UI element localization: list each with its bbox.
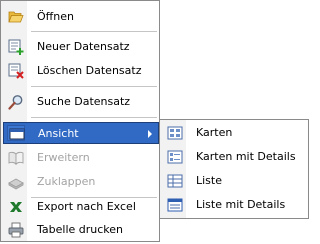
submenu-item-list[interactable]: Liste (162, 170, 308, 192)
menu-item-view[interactable]: Ansicht (3, 122, 159, 144)
menu-item-new-record[interactable]: Neuer Datensatz (3, 36, 159, 58)
submenu-item-cards[interactable]: Karten (162, 122, 308, 144)
menu-item-label: Export nach Excel (37, 200, 136, 213)
cards-details-view-icon (167, 150, 183, 164)
menu-item-label: Suche Datensatz (37, 95, 131, 108)
menu-item-label: Löschen Datensatz (37, 64, 142, 77)
submenu-item-label: Karten (196, 126, 233, 139)
submenu-item-label: Liste mit Details (196, 198, 286, 211)
delete-record-icon (8, 63, 24, 79)
folder-open-icon (8, 11, 24, 23)
menu-item-label: Zuklappen (37, 175, 96, 188)
menu-item-label: Tabelle drucken (37, 223, 124, 236)
menu-item-export-excel[interactable]: Export nach Excel (3, 196, 159, 218)
list-view-icon (167, 174, 183, 188)
collapse-icon (8, 178, 24, 190)
search-icon (8, 95, 23, 110)
menu-item-label: Ansicht (38, 127, 79, 140)
menu-item-expand[interactable]: Erweitern (3, 147, 159, 169)
menu-item-label: Erweitern (37, 151, 90, 164)
menu-item-label: Öffnen (37, 10, 74, 23)
submenu-arrow-icon (148, 130, 152, 138)
expand-book-icon (8, 151, 24, 166)
submenu-item-cards-details[interactable]: Karten mit Details (162, 146, 308, 168)
submenu-item-label: Karten mit Details (196, 150, 296, 163)
view-submenu: Karten Karten mit Details Liste Liste mi… (159, 119, 309, 219)
menu-separator (31, 86, 157, 87)
submenu-item-label: Liste (196, 174, 222, 187)
new-record-icon (8, 39, 24, 55)
screen: Öffnen Neuer Datensatz Löschen Datensatz… (0, 0, 312, 244)
list-details-view-icon (167, 198, 183, 212)
menu-separator (31, 117, 157, 118)
menu-item-label: Neuer Datensatz (37, 40, 130, 53)
menu-item-collapse[interactable]: Zuklappen (3, 171, 159, 193)
submenu-item-list-details[interactable]: Liste mit Details (162, 194, 308, 216)
excel-export-icon (10, 202, 22, 212)
context-menu: Öffnen Neuer Datensatz Löschen Datensatz… (0, 0, 160, 242)
cards-view-icon (167, 126, 183, 140)
menu-item-delete-record[interactable]: Löschen Datensatz (3, 60, 159, 82)
menu-item-print-table[interactable]: Tabelle drucken (3, 219, 159, 241)
menu-item-search-record[interactable]: Suche Datensatz (3, 91, 159, 113)
printer-icon (8, 222, 24, 238)
view-icon (9, 128, 25, 140)
menu-item-open[interactable]: Öffnen (3, 6, 159, 28)
menu-separator (31, 31, 157, 32)
